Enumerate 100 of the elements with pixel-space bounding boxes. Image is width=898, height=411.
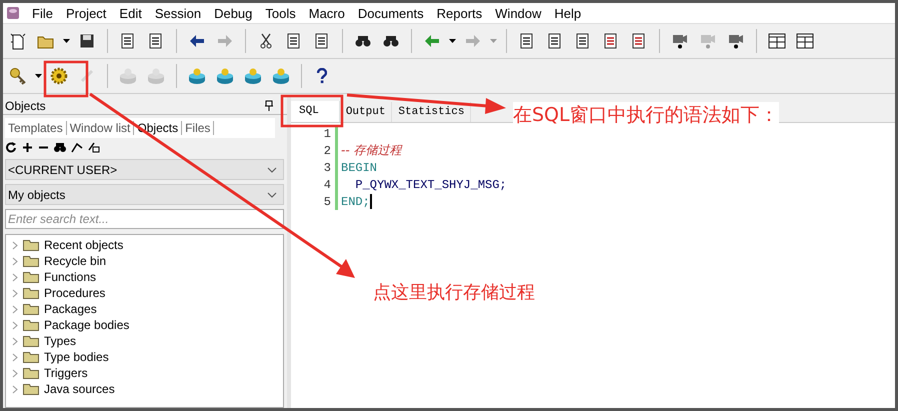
- editor-tab[interactable]: SQL: [291, 101, 340, 122]
- menu-item[interactable]: Reports: [430, 6, 490, 20]
- tree-item[interactable]: Packages: [6, 301, 283, 317]
- menu-item[interactable]: Session: [148, 6, 208, 20]
- filter-dropdown[interactable]: My objects: [5, 184, 284, 205]
- menu-item[interactable]: Tools: [259, 6, 303, 20]
- help-icon: [317, 68, 327, 84]
- tree-item[interactable]: Package bodies: [6, 317, 283, 333]
- menu-item[interactable]: Project: [60, 6, 114, 20]
- line-number: 2: [322, 144, 332, 158]
- gear-icon: [50, 67, 68, 85]
- menu-item[interactable]: Window: [489, 6, 548, 20]
- folder-icon: [23, 303, 39, 315]
- copy-icon: [286, 33, 302, 49]
- scissors-icon: [260, 33, 272, 49]
- dropdown-arrow-icon: [35, 74, 42, 78]
- undo-icon: [189, 34, 205, 48]
- binoculars-icon: [355, 34, 371, 48]
- uncomment-document-icon: [631, 33, 647, 49]
- highlight-box: [44, 60, 88, 98]
- database-icon: [244, 67, 262, 85]
- tile-windows-icon: [796, 33, 814, 49]
- expand-chevron-icon[interactable]: [12, 368, 18, 378]
- macro-camera-icon: [672, 33, 688, 49]
- database-icon: [188, 67, 206, 85]
- chevron-down-icon: [267, 166, 277, 172]
- expand-chevron-icon[interactable]: [12, 304, 18, 314]
- line-number: 1: [322, 126, 332, 140]
- folder-icon: [23, 383, 39, 395]
- cascade-windows-icon: [768, 33, 786, 49]
- arrow-right-icon: [465, 34, 481, 48]
- comment-document-icon: [603, 33, 619, 49]
- printer-icon: [120, 33, 136, 49]
- menu-item[interactable]: Help: [548, 6, 588, 20]
- expand-chevron-icon[interactable]: [12, 256, 18, 266]
- expand-chevron-icon[interactable]: [12, 336, 18, 346]
- line-number: 3: [322, 160, 332, 174]
- dropdown-arrow-icon: [63, 39, 70, 43]
- expand-chevron-icon[interactable]: [12, 240, 18, 250]
- highlight-box: [280, 94, 344, 128]
- tree-item[interactable]: Recycle bin: [6, 253, 283, 269]
- user-dropdown[interactable]: <CURRENT USER>: [5, 159, 284, 180]
- panel-tab[interactable]: Window list: [66, 121, 134, 135]
- tree-item[interactable]: Functions: [6, 269, 283, 285]
- menu-item[interactable]: Documents: [352, 6, 431, 20]
- folder-icon: [23, 255, 39, 267]
- new-file-icon: [10, 32, 26, 50]
- panel-tab[interactable]: Files: [182, 121, 214, 135]
- printer-icon: [148, 33, 164, 49]
- macro-camera-icon: [700, 33, 716, 49]
- database-icon: [272, 67, 290, 85]
- folder-icon: [23, 335, 39, 347]
- expand-chevron-icon[interactable]: [12, 288, 18, 298]
- code-line: P_QYWX_TEXT_SHYJ_MSG;: [354, 178, 507, 192]
- tree-item[interactable]: Types: [6, 333, 283, 349]
- chevron-down-icon: [267, 192, 277, 198]
- folder-icon: [23, 351, 39, 363]
- expand-chevron-icon[interactable]: [12, 384, 18, 394]
- menu-item[interactable]: Macro: [302, 6, 352, 20]
- folder-icon: [23, 239, 39, 251]
- tree-item[interactable]: Recent objects: [6, 237, 283, 253]
- folder-icon: [23, 367, 39, 379]
- menu-item[interactable]: Edit: [113, 6, 149, 20]
- menu-item[interactable]: File: [26, 6, 60, 20]
- open-folder-icon: [37, 34, 55, 48]
- folder-icon: [23, 287, 39, 299]
- break-icon: [80, 69, 94, 83]
- expand-chevron-icon[interactable]: [12, 352, 18, 362]
- tree-item[interactable]: Type bodies: [6, 349, 283, 365]
- line-number: 4: [322, 178, 332, 192]
- menu-item[interactable]: Debug: [208, 6, 260, 20]
- app-logo-icon: [6, 6, 20, 20]
- panel-tab[interactable]: Templates: [5, 121, 67, 135]
- redo-icon: [217, 34, 233, 48]
- annotation-text: 点这里执行存储过程: [373, 281, 535, 304]
- folder-icon: [23, 271, 39, 283]
- refresh-icon[interactable]: [6, 142, 17, 153]
- key-icon: [9, 67, 27, 85]
- tree-item[interactable]: Java sources: [6, 381, 283, 397]
- database-icon: [216, 67, 234, 85]
- editor-tab[interactable]: Output: [340, 102, 392, 122]
- text-cursor: [370, 194, 372, 209]
- macro-camera-icon: [728, 33, 744, 49]
- pin-icon[interactable]: [265, 100, 273, 111]
- dropdown-arrow-icon: [490, 39, 497, 43]
- tree-item[interactable]: Procedures: [6, 285, 283, 301]
- search-field[interactable]: Enter search text...: [5, 209, 284, 229]
- code-line: BEGIN: [341, 160, 378, 174]
- binoculars-icon[interactable]: [54, 142, 66, 153]
- editor-tab[interactable]: Statistics: [392, 102, 472, 122]
- code-line: -- 存储过程: [341, 142, 402, 159]
- find-next-icon: [383, 34, 399, 48]
- panel-title: Objects: [5, 98, 46, 112]
- dropdown-arrow-icon: [449, 39, 456, 43]
- expand-chevron-icon[interactable]: [12, 272, 18, 282]
- expand-chevron-icon[interactable]: [12, 320, 18, 330]
- arrow-left-icon: [424, 34, 440, 48]
- plus-icon[interactable]: [22, 142, 33, 153]
- code-line: END;: [341, 194, 370, 208]
- tree-item[interactable]: Triggers: [6, 365, 283, 381]
